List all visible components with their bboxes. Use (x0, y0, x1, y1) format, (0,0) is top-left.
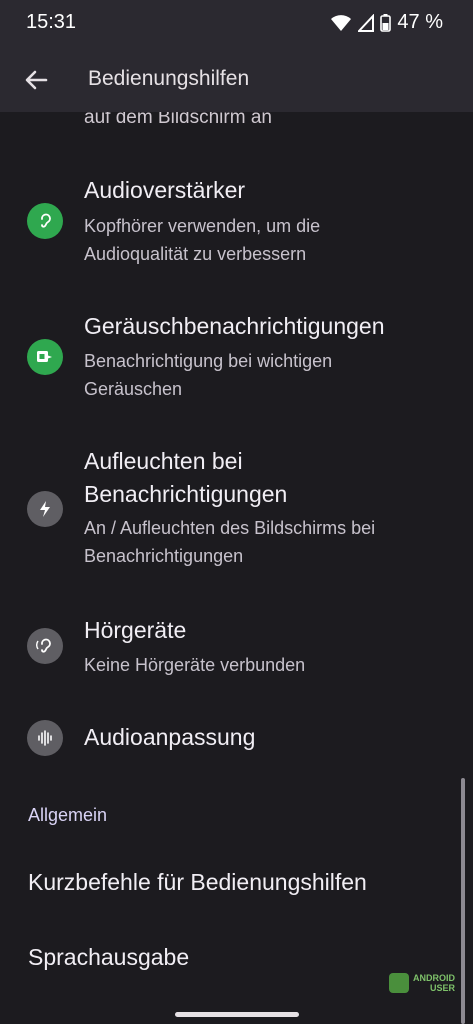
list-item-hearing-aids[interactable]: Hörgeräte Keine Hörgeräte verbunden (0, 614, 473, 686)
list-item-audio-amplifier[interactable]: Audioverstärker Kopfhörer verwenden, um … (0, 172, 473, 272)
watermark-logo: ANDROID USER (389, 970, 467, 996)
item-title: Hörgeräte (84, 617, 187, 643)
signal-icon (358, 13, 375, 32)
sound-notification-icon (27, 339, 63, 375)
item-subtitle: Kopfhörer verwenden, um die (84, 216, 321, 236)
item-subtitle: Benachrichtigung bei wichtigen (84, 351, 333, 371)
battery-icon (380, 13, 392, 32)
gesture-nav-handle[interactable] (175, 1012, 299, 1017)
app-bar: Bedienungshilfen (0, 48, 473, 112)
hearing-aid-icon (27, 628, 63, 664)
battery-percent: 47 % (397, 11, 443, 33)
item-subtitle: Benachrichtigungen (84, 546, 244, 566)
wifi-icon (331, 14, 352, 31)
item-title: Geräuschbenachrichtigungen (84, 313, 385, 339)
watermark-text: USER (429, 983, 455, 993)
watermark-text: ANDROID (413, 973, 455, 983)
list-item-flash-notifications[interactable]: Aufleuchten bei Benachrichtigungen An / … (0, 444, 473, 580)
audio-wave-icon (27, 720, 63, 756)
back-arrow-icon[interactable] (20, 64, 52, 96)
partial-subtitle: auf dem Bildschirm an (84, 112, 272, 128)
status-bar: 15:31 47 % (0, 0, 473, 48)
settings-list[interactable]: auf dem Bildschirm an Audioverstärker Ko… (0, 112, 473, 1024)
list-item-sound-notifications[interactable]: Geräuschbenachrichtigungen Benachrichtig… (0, 308, 473, 408)
item-subtitle: Geräuschen (84, 379, 183, 399)
item-title: Audioverstärker (84, 177, 246, 203)
list-item-text-to-speech[interactable]: Sprachausgabe (28, 944, 189, 971)
android-logo-icon (389, 973, 409, 993)
item-title: Audioanpassung (84, 724, 256, 750)
ear-icon (27, 203, 63, 239)
page-title: Bedienungshilfen (88, 67, 250, 90)
item-title: Benachrichtigungen (84, 481, 288, 507)
status-time: 15:31 (26, 11, 77, 33)
item-subtitle: Audioqualität zu verbessern (84, 244, 307, 264)
item-title: Aufleuchten bei (84, 448, 243, 474)
list-item-audio-adjustment[interactable]: Audioanpassung (0, 716, 473, 762)
list-item-accessibility-shortcuts[interactable]: Kurzbefehle für Bedienungshilfen (28, 869, 367, 896)
item-subtitle: Keine Hörgeräte verbunden (84, 655, 306, 675)
section-header: Allgemein (28, 805, 108, 825)
item-subtitle: An / Aufleuchten des Bildschirms bei (84, 518, 376, 538)
status-icons: 47 % (330, 11, 443, 34)
flash-icon (27, 491, 63, 527)
